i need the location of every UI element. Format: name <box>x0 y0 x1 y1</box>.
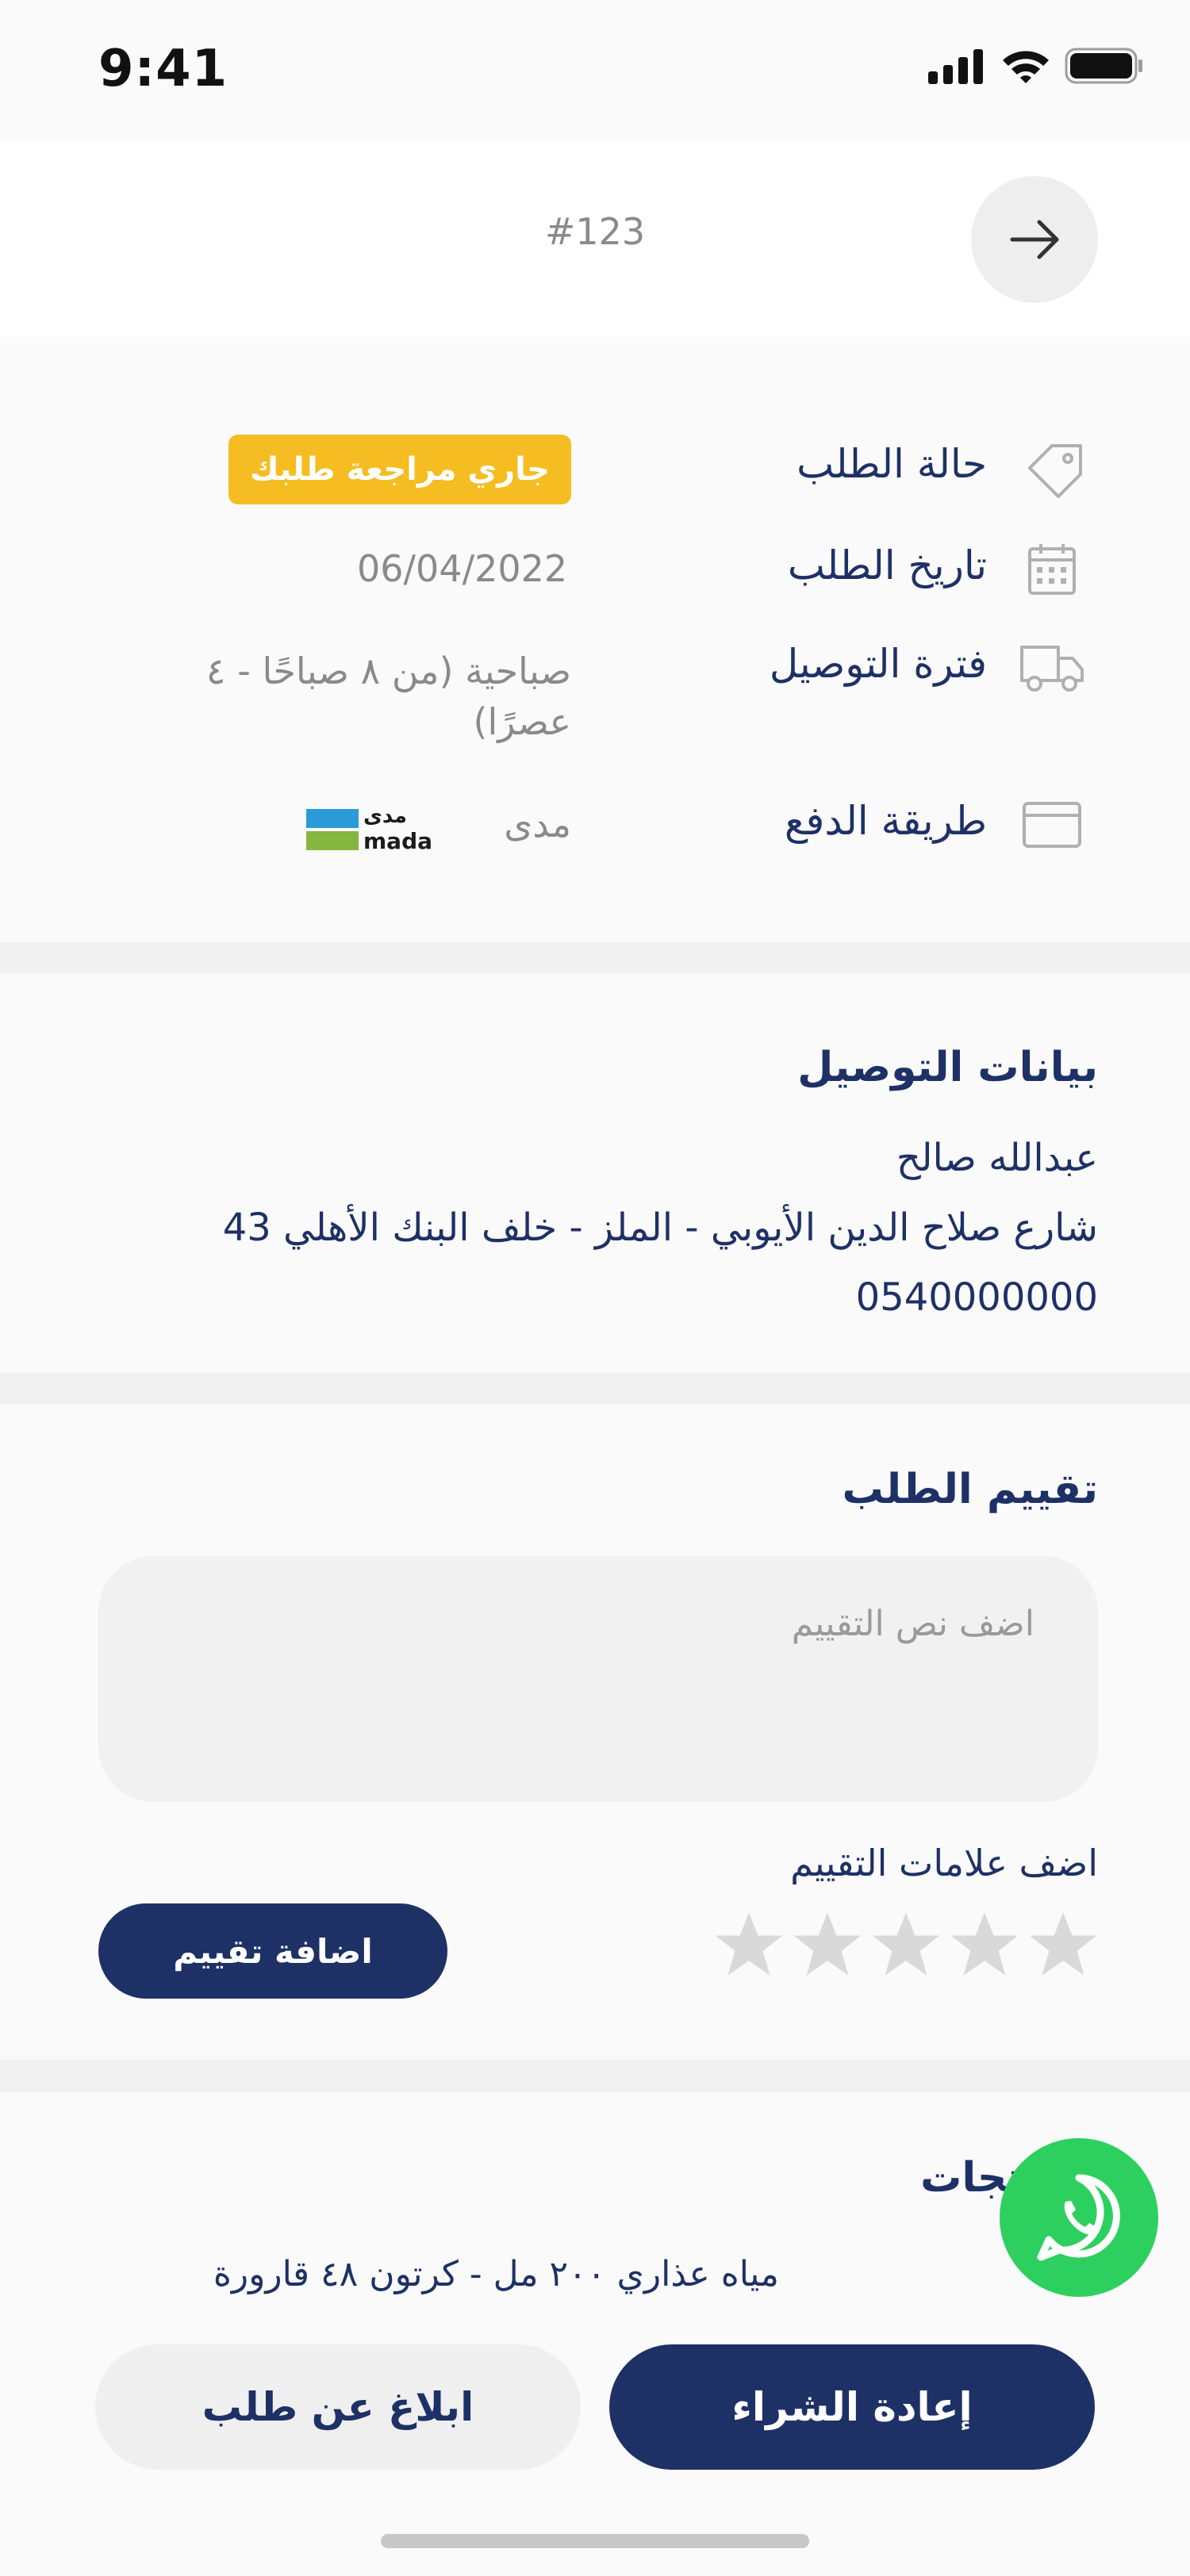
status-badge: جاري مراجعة طلبك <box>228 435 571 504</box>
status-time: 9:41 <box>98 40 228 98</box>
order-date-label: تاريخ الطلب <box>787 542 987 588</box>
report-order-button[interactable]: ابلاغ عن طلب <box>95 2344 581 2470</box>
delivery-period-line1: صباحية (من ٨ صباحًا - ٤ <box>205 650 571 692</box>
star-icon[interactable] <box>1028 1910 1098 1980</box>
rating-title: تقييم الطلب <box>842 1466 1098 1513</box>
star-icon[interactable] <box>871 1910 941 1980</box>
customer-name: عبدالله صالح <box>896 1136 1098 1180</box>
order-status-label: حالة الطلب <box>797 441 987 487</box>
delivery-address: شارع صلاح الدين الأيوبي - الملز - خلف ال… <box>222 1206 1098 1250</box>
tag-icon <box>1028 444 1082 498</box>
customer-phone: 0540000000 <box>855 1275 1098 1320</box>
calendar-icon <box>1028 544 1076 595</box>
truck-icon <box>1020 646 1084 692</box>
card-icon <box>1023 802 1081 848</box>
arrow-right-icon <box>1010 220 1059 259</box>
product-item: مياه عذاري ٢٠٠ مل - كرتون ٤٨ قارورة <box>213 2254 779 2294</box>
battery-icon <box>1065 48 1142 84</box>
star-icon[interactable] <box>714 1910 784 1980</box>
payment-method-label: طريقة الدفع <box>784 798 987 844</box>
delivery-period-line2: عصرًا) <box>473 700 571 743</box>
delivery-period-label: فترة التوصيل <box>769 641 987 687</box>
add-rating-button[interactable]: اضافة تقييم <box>98 1903 447 1999</box>
order-date-value: 06/04/2022 <box>357 547 568 590</box>
delivery-details-title: بيانات التوصيل <box>797 1044 1098 1091</box>
payment-method-value: مدى <box>504 803 571 845</box>
star-rating[interactable] <box>714 1910 1098 1989</box>
whatsapp-icon <box>1037 2174 1120 2261</box>
whatsapp-button[interactable] <box>1000 2138 1158 2297</box>
back-button[interactable] <box>971 176 1098 303</box>
star-icon[interactable] <box>950 1910 1019 1980</box>
home-indicator[interactable] <box>381 2534 809 2548</box>
review-text-input[interactable] <box>98 1556 1098 1802</box>
wifi-icon <box>1003 51 1049 83</box>
delivery-period-value: صباحية (من ٨ صباحًا - ٤ عصرًا) <box>206 646 571 747</box>
order-info-card <box>0 337 1190 942</box>
reorder-button[interactable]: إعادة الشراء <box>609 2344 1095 2470</box>
signal-icon <box>928 49 983 84</box>
mada-logo: مدى mada <box>306 804 438 855</box>
star-icon[interactable] <box>793 1910 862 1980</box>
stars-label: اضف علامات التقييم <box>790 1842 1098 1884</box>
